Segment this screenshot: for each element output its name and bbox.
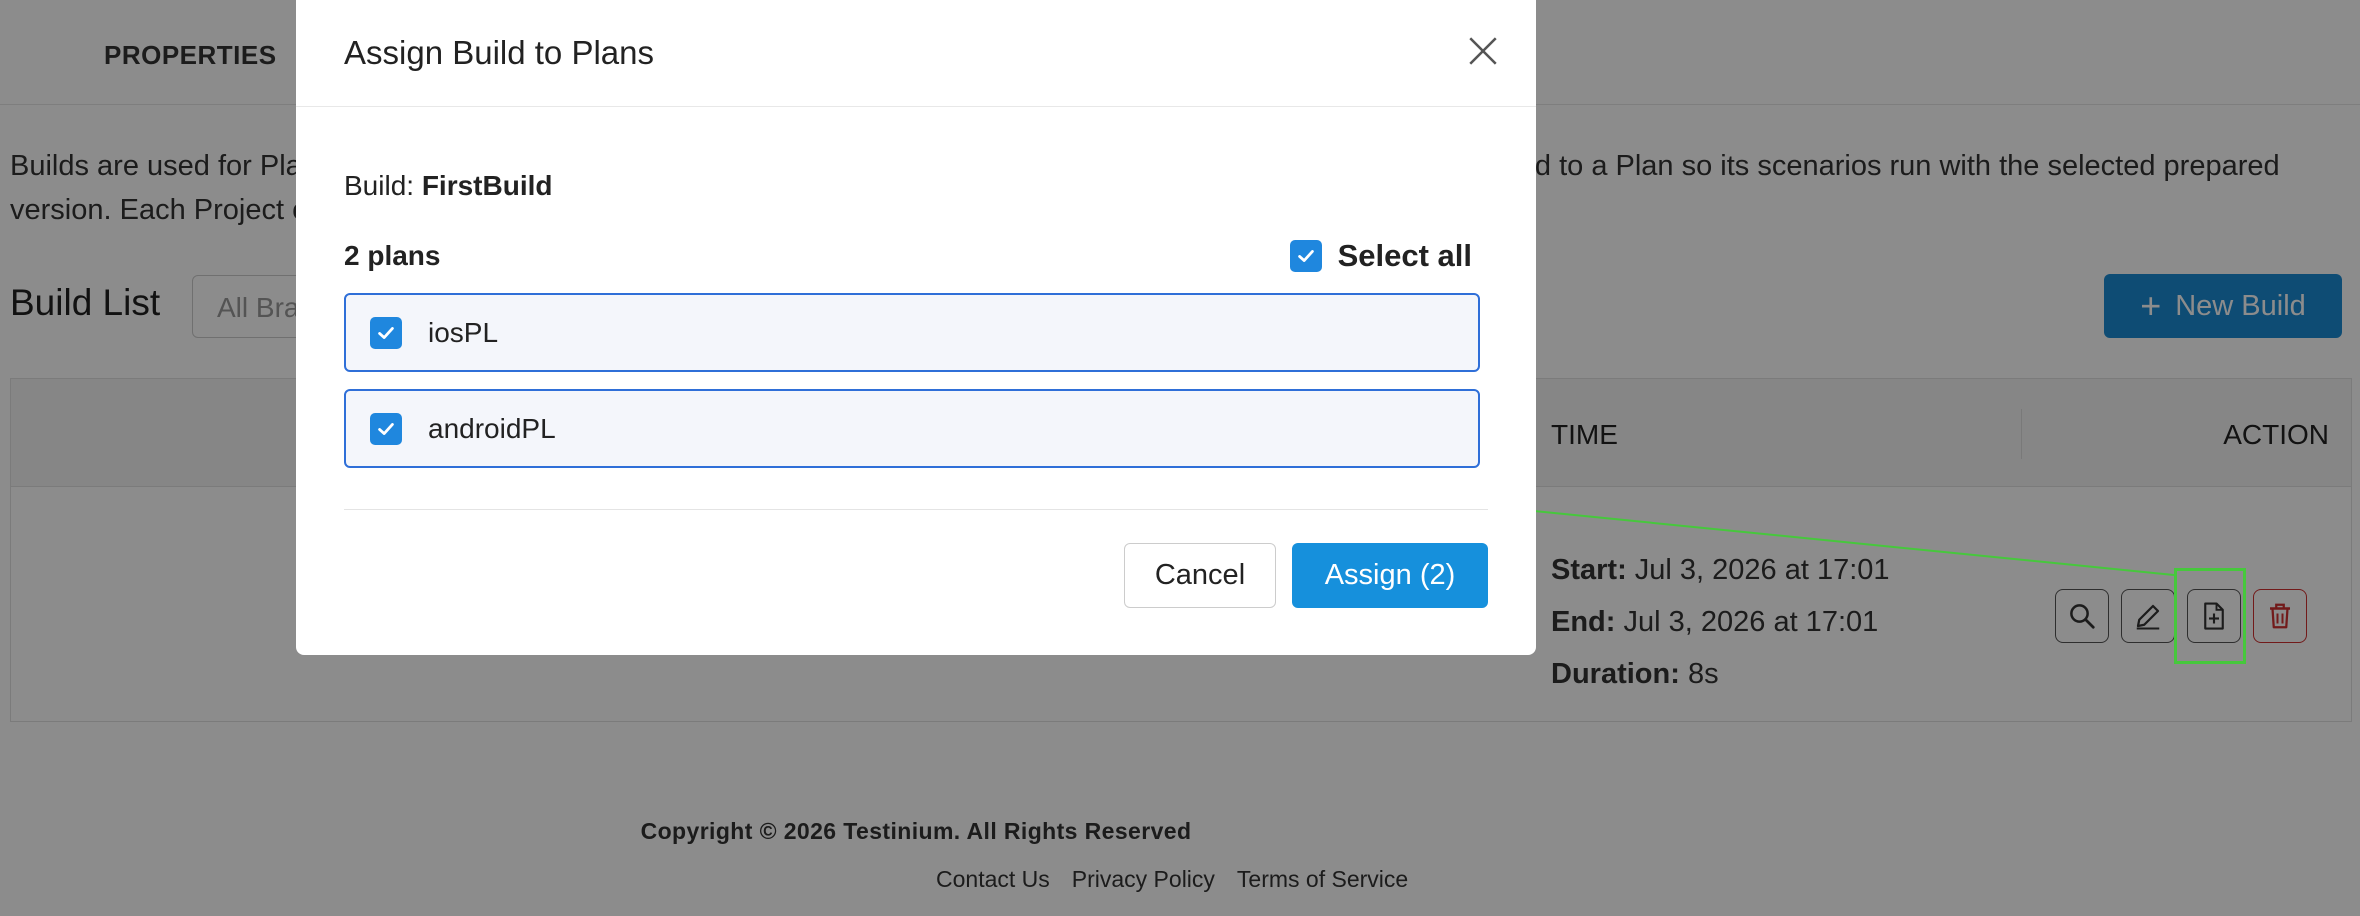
- plan-checkbox[interactable]: [370, 316, 402, 349]
- assign-build-modal: Assign Build to Plans Build: FirstBuild …: [296, 0, 1536, 655]
- plan-name: iosPL: [428, 316, 499, 348]
- assign-button[interactable]: Assign (2): [1292, 543, 1488, 608]
- build-label: Build:: [344, 170, 415, 201]
- select-all-toggle[interactable]: Select all: [1289, 238, 1472, 274]
- build-name: FirstBuild: [421, 170, 553, 201]
- annotation-highlight-box: [2174, 568, 2246, 664]
- select-all-label: Select all: [1337, 238, 1472, 273]
- plan-item-iospl[interactable]: iosPL: [344, 293, 1480, 372]
- plan-checkbox[interactable]: [370, 412, 402, 445]
- modal-header: Assign Build to Plans: [296, 0, 1536, 107]
- modal-divider: [344, 509, 1488, 510]
- select-all-checkbox[interactable]: [1289, 240, 1322, 272]
- cancel-button[interactable]: Cancel: [1124, 543, 1276, 608]
- checkmark-icon: [378, 422, 394, 435]
- plan-item-androidpl[interactable]: androidPL: [344, 389, 1480, 468]
- modal-title: Assign Build to Plans: [344, 34, 655, 71]
- build-info: Build: FirstBuild: [344, 170, 553, 202]
- checkmark-icon: [1297, 250, 1314, 262]
- plans-count: 2 plans: [344, 240, 441, 271]
- checkmark-icon: [378, 326, 394, 339]
- close-icon[interactable]: [1466, 34, 1500, 68]
- plan-name: androidPL: [428, 412, 556, 444]
